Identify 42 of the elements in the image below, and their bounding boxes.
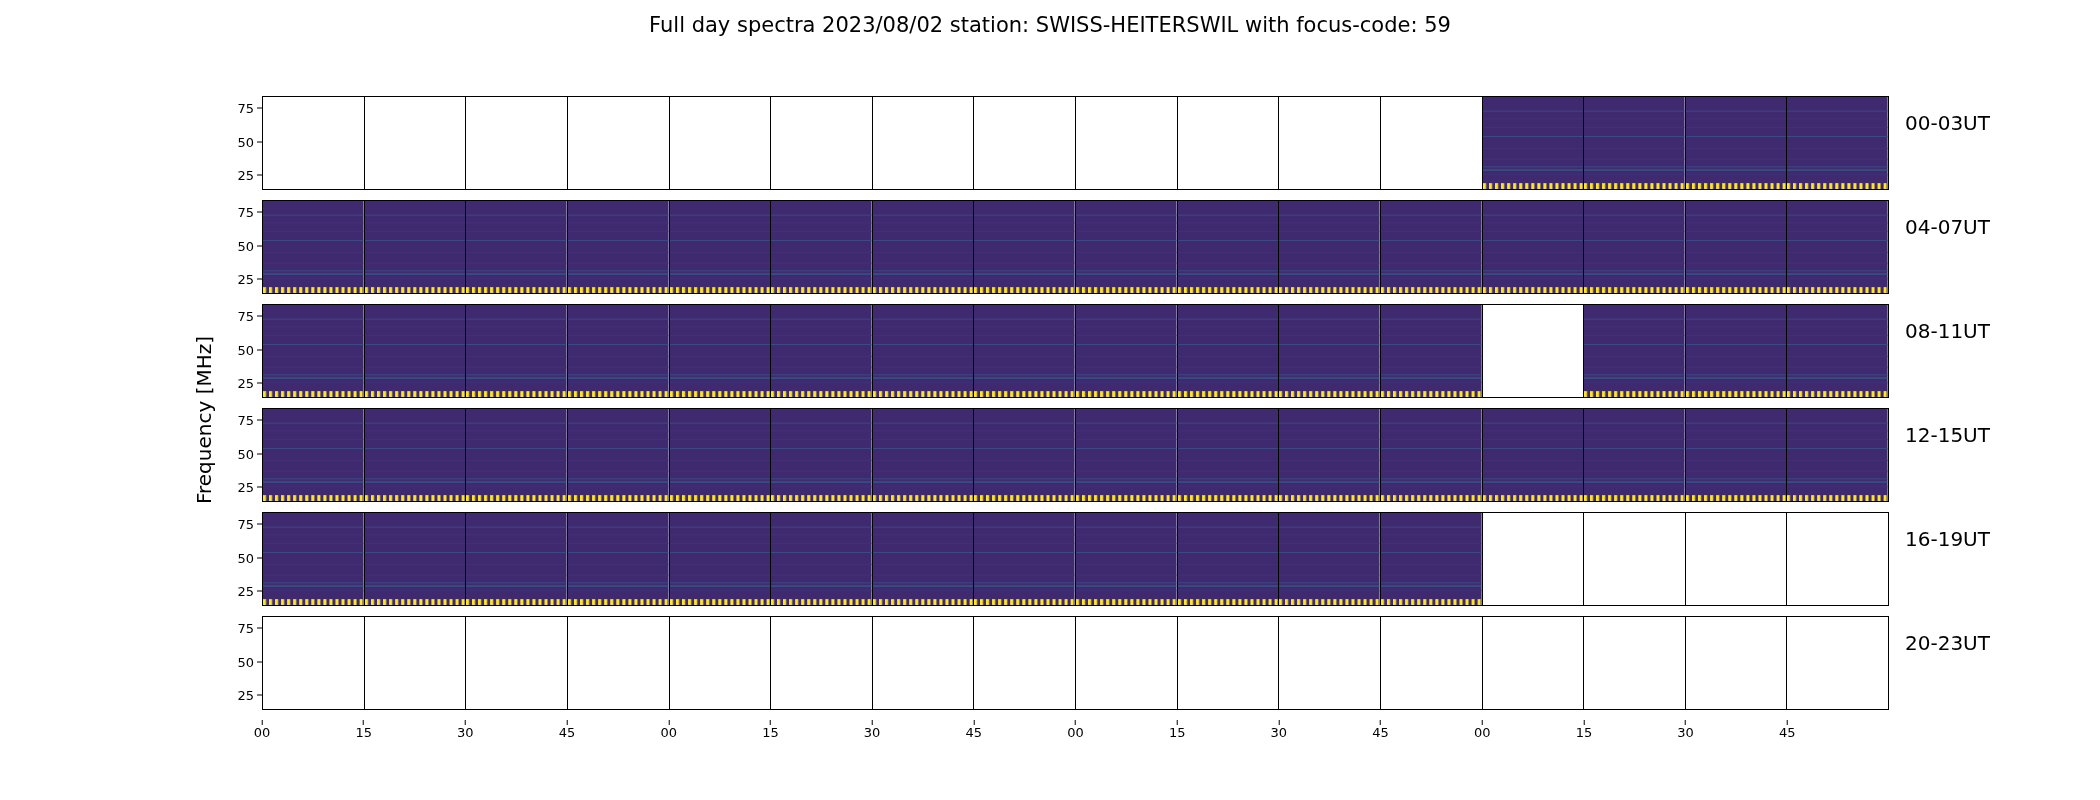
y-tick-label: 75	[237, 204, 254, 220]
row-time-label: 04-07UT	[1905, 215, 1990, 239]
x-tick-label: 00	[660, 725, 677, 741]
y-tick-label: 75	[237, 620, 254, 636]
y-tick-label: 25	[237, 375, 254, 391]
x-tick-label: 45	[558, 725, 576, 741]
x-tick-label: 45	[1779, 725, 1796, 741]
x-tick-label: 15	[1168, 725, 1186, 741]
x-tick-label: 45	[1372, 725, 1389, 741]
y-tick-label: 75	[237, 100, 254, 116]
x-tick-label: 00	[1067, 725, 1084, 741]
row-time-label: 12-15UT	[1905, 423, 1990, 447]
y-tick-label: 25	[237, 167, 254, 183]
y-tick-label: 25	[237, 687, 254, 703]
y-tick-label: 25	[237, 271, 254, 287]
y-tick-label: 25	[237, 479, 254, 495]
y-tick-label: 50	[237, 550, 254, 566]
y-axis-label: Frequency [MHz]	[191, 335, 217, 505]
y-tick-label: 50	[237, 446, 254, 462]
y-tick-label: 50	[237, 654, 254, 670]
x-tick-label: 15	[1575, 725, 1593, 741]
x-tick-label: 45	[965, 725, 983, 741]
x-tick-label: 30	[457, 725, 474, 741]
y-tick-label: 75	[237, 412, 254, 428]
row-time-label: 00-03UT	[1905, 111, 1990, 135]
x-tick-label: 15	[762, 725, 779, 741]
row-time-label: 20-23UT	[1905, 631, 1990, 655]
x-tick-label: 30	[1677, 725, 1694, 741]
row-time-label: 16-19UT	[1905, 527, 1990, 551]
x-tick-label: 00	[253, 725, 271, 741]
x-tick-label: 30	[863, 725, 881, 741]
y-tick-label: 75	[237, 516, 254, 532]
row-time-label: 08-11UT	[1905, 319, 1990, 343]
x-tick-label: 30	[1270, 725, 1288, 741]
x-tick-label: 15	[355, 725, 372, 741]
chart-title: Full day spectra 2023/08/02 station: SWISS-HEITERSWIL with focus-code: 59	[649, 12, 1451, 38]
y-tick-label: 25	[237, 583, 254, 599]
x-tick-label: 00	[1474, 725, 1491, 741]
y-tick-label: 75	[237, 308, 254, 324]
y-tick-label: 50	[237, 134, 254, 150]
y-tick-label: 50	[237, 342, 254, 358]
y-tick-label: 50	[237, 238, 254, 254]
